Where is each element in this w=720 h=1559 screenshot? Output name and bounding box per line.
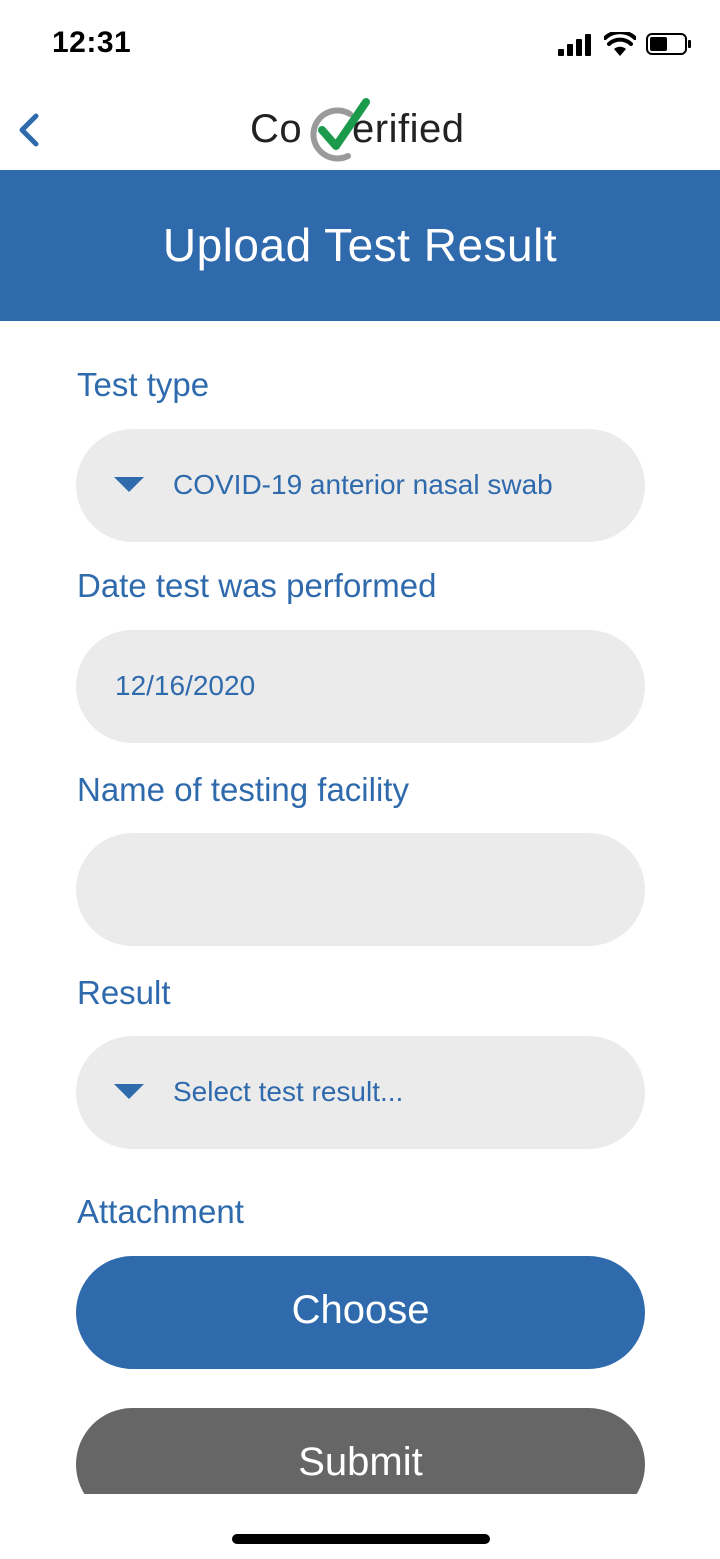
logo-prefix: Co: [250, 107, 303, 151]
test-type-label: Test type: [77, 366, 210, 403]
choose-button-label: Choose: [291, 1288, 430, 1332]
date-label: Date test was performed: [77, 567, 437, 604]
submit-button-label: Submit: [298, 1440, 423, 1484]
bottom-area: [0, 1494, 720, 1559]
facility-label: Name of testing facility: [77, 771, 409, 808]
logo-suffix: erified: [352, 107, 465, 151]
result-label: Result: [77, 974, 171, 1011]
nav-bar: Co erified: [0, 90, 720, 170]
app-logo: Co erified: [240, 94, 480, 166]
caret-down-icon: [114, 1084, 144, 1099]
home-indicator[interactable]: [232, 1534, 490, 1544]
back-button[interactable]: [6, 98, 54, 158]
status-time: 12:31: [52, 26, 132, 59]
status-bar: 12:31: [0, 0, 720, 90]
caret-down-icon: [114, 477, 144, 492]
test-type-value: COVID-19 anterior nasal swab: [173, 469, 553, 500]
result-select[interactable]: Select test result...: [76, 1036, 645, 1149]
facility-input[interactable]: [76, 833, 645, 946]
date-value: 12/16/2020: [115, 670, 256, 701]
chevron-left-icon: [19, 113, 39, 147]
choose-button[interactable]: Choose: [76, 1256, 645, 1369]
page-header: Upload Test Result: [0, 170, 720, 321]
battery-icon: [646, 33, 691, 55]
signal-icon: [558, 34, 591, 56]
wifi-icon: [604, 32, 636, 56]
test-type-select[interactable]: COVID-19 anterior nasal swab: [76, 429, 645, 542]
result-placeholder: Select test result...: [173, 1076, 404, 1107]
date-input[interactable]: 12/16/2020: [76, 630, 645, 743]
page-title: Upload Test Result: [162, 219, 558, 271]
attachment-label: Attachment: [77, 1193, 244, 1230]
